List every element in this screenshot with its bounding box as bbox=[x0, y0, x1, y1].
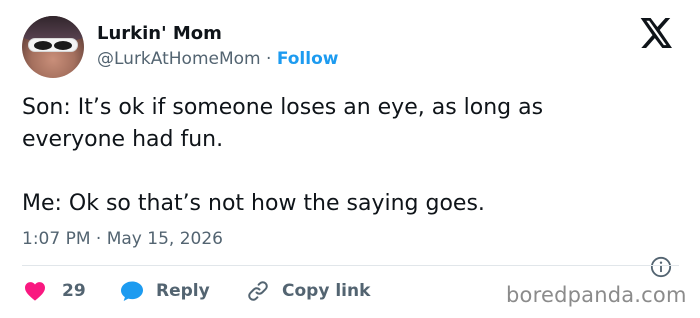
author-handle[interactable]: @LurkAtHomeMom bbox=[97, 49, 261, 69]
reply-label: Reply bbox=[156, 281, 210, 301]
tweet-timestamp[interactable]: 1:07 PM · May 15, 2026 bbox=[22, 229, 223, 249]
tweet-text: Son: It’s ok if someone loses an eye, as… bbox=[22, 92, 682, 220]
separator-dot: · bbox=[266, 49, 272, 69]
avatar[interactable] bbox=[22, 16, 84, 78]
follow-button[interactable]: Follow bbox=[277, 49, 339, 69]
copy-link-label: Copy link bbox=[282, 281, 371, 301]
reply-button[interactable]: Reply bbox=[120, 279, 210, 303]
speech-bubble-icon bbox=[121, 281, 143, 301]
tweet-line: Son: It’s ok if someone loses an eye, as… bbox=[22, 95, 544, 120]
divider bbox=[22, 265, 679, 266]
tweet-line: everyone had fun. bbox=[22, 127, 224, 152]
tweet-line: Me: Ok so that’s not how the saying goes… bbox=[22, 191, 485, 216]
like-button[interactable]: 29 bbox=[24, 279, 86, 303]
like-count: 29 bbox=[62, 281, 86, 301]
author-name[interactable]: Lurkin' Mom bbox=[97, 23, 222, 44]
copy-link-button[interactable]: Copy link bbox=[246, 279, 370, 303]
heart-icon bbox=[25, 282, 45, 301]
info-icon[interactable] bbox=[650, 256, 672, 278]
watermark: boredpanda.com bbox=[506, 283, 687, 307]
link-icon bbox=[248, 281, 268, 301]
x-logo-icon[interactable] bbox=[640, 18, 674, 48]
tweet-card: Lurkin' Mom @LurkAtHomeMom · Follow Son:… bbox=[0, 0, 700, 318]
handle-row: @LurkAtHomeMom · Follow bbox=[97, 49, 338, 69]
avatar-glasses bbox=[28, 38, 78, 52]
